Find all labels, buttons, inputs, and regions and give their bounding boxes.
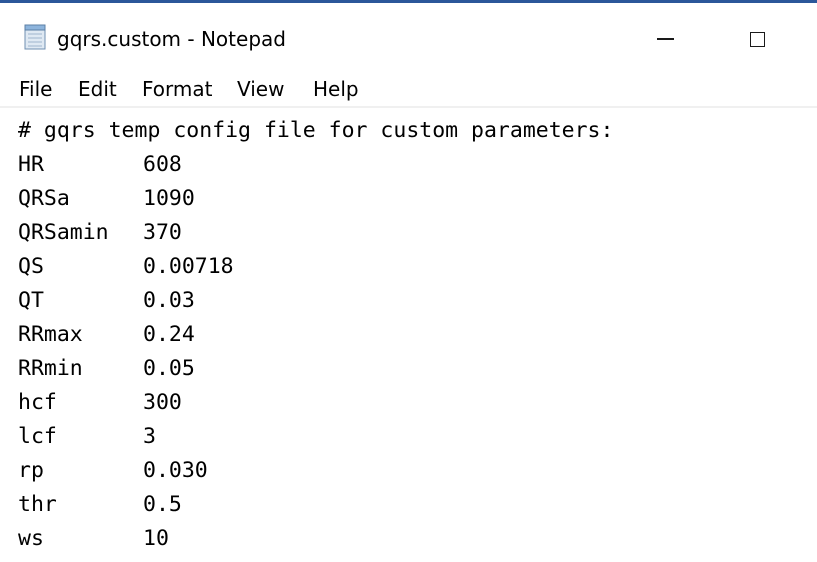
notepad-icon (21, 24, 49, 50)
param-value: 3 (143, 424, 156, 449)
maximize-button[interactable] (728, 17, 786, 61)
param-value: 370 (143, 220, 182, 245)
title-bar[interactable]: gqrs.custom - Notepad (0, 3, 817, 70)
param-key: QRSa (18, 186, 70, 211)
editor-line: ws 10 (18, 522, 169, 556)
param-key: QS (18, 254, 44, 279)
param-value: 10 (143, 526, 169, 551)
param-value: 0.030 (143, 458, 208, 483)
param-key: lcf (18, 424, 57, 449)
maximize-icon (749, 31, 765, 47)
param-value: 0.00718 (143, 254, 234, 279)
text-editor-area[interactable]: # gqrs temp config file for custom param… (0, 108, 817, 562)
menu-bar: File Edit Format View Help (0, 70, 817, 108)
param-value: 0.5 (143, 492, 182, 517)
window-title: gqrs.custom - Notepad (57, 27, 286, 51)
editor-line-header: # gqrs temp config file for custom param… (18, 118, 614, 143)
param-key: hcf (18, 390, 57, 415)
editor-line: RRmin 0.05 (18, 352, 195, 386)
param-key: rp (18, 458, 44, 483)
editor-line: rp 0.030 (18, 454, 208, 488)
param-key: RRmin (18, 356, 83, 381)
editor-line: RRmax 0.24 (18, 318, 195, 352)
param-key: ws (18, 526, 44, 551)
param-value: 608 (143, 152, 182, 177)
menu-help[interactable]: Help (313, 76, 359, 102)
editor-line: QRSa 1090 (18, 182, 195, 216)
editor-line: QRSamin 370 (18, 216, 182, 250)
param-key: HR (18, 152, 44, 177)
param-value: 300 (143, 390, 182, 415)
param-key: RRmax (18, 322, 83, 347)
editor-line: QS 0.00718 (18, 250, 234, 284)
param-key: thr (18, 492, 57, 517)
minimize-icon (656, 38, 674, 40)
param-value: 0.24 (143, 322, 195, 347)
param-key: QRSamin (18, 220, 109, 245)
param-value: 1090 (143, 186, 195, 211)
editor-line: thr 0.5 (18, 488, 182, 522)
menu-file[interactable]: File (19, 76, 52, 102)
param-key: QT (18, 288, 44, 313)
menu-view[interactable]: View (237, 76, 284, 102)
param-value: 0.03 (143, 288, 195, 313)
minimize-button[interactable] (636, 17, 694, 61)
notepad-window: gqrs.custom - Notepad File Edit Format V… (0, 0, 817, 562)
editor-line: hcf 300 (18, 386, 182, 420)
param-value: 0.05 (143, 356, 195, 381)
menu-edit[interactable]: Edit (78, 76, 117, 102)
editor-line: QT 0.03 (18, 284, 195, 318)
menu-format[interactable]: Format (142, 76, 212, 102)
editor-line: HR 608 (18, 148, 182, 182)
editor-line: lcf 3 (18, 420, 156, 454)
